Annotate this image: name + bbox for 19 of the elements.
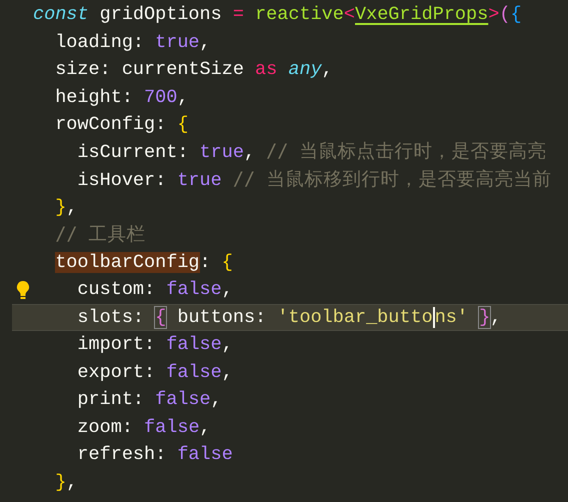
code-line: print: false, bbox=[77, 388, 222, 412]
code-line: import: false, bbox=[77, 333, 233, 357]
code-line: slots: { buttons: 'toolbar_butto ns' }, bbox=[77, 306, 502, 330]
code-line: }, bbox=[55, 470, 78, 494]
lightbulb-icon[interactable] bbox=[16, 280, 30, 300]
code-line: size: currentSize as any, bbox=[55, 58, 333, 82]
code-line: toolbarConfig: { bbox=[55, 250, 233, 274]
code-line: rowConfig: { bbox=[55, 113, 188, 137]
code-line: export: false, bbox=[77, 360, 233, 384]
code-line: // 工具栏 bbox=[55, 222, 146, 246]
code-line: isCurrent: true, // 当鼠标点击行时，是否要高亮 bbox=[77, 140, 547, 165]
code-line: zoom: false, bbox=[77, 416, 211, 440]
code-line: height: 700, bbox=[55, 86, 188, 110]
code-line: custom: false, bbox=[77, 278, 233, 302]
code-line: const gridOptions = reactive<VxeGridProps>({ bbox=[33, 3, 522, 27]
code-line: }, bbox=[55, 196, 78, 220]
code-line: isHover: true // 当鼠标移到行时，是否要高亮当前 bbox=[77, 168, 552, 192]
code-line: refresh: false bbox=[77, 443, 233, 467]
code-line: loading: true, bbox=[55, 30, 211, 54]
